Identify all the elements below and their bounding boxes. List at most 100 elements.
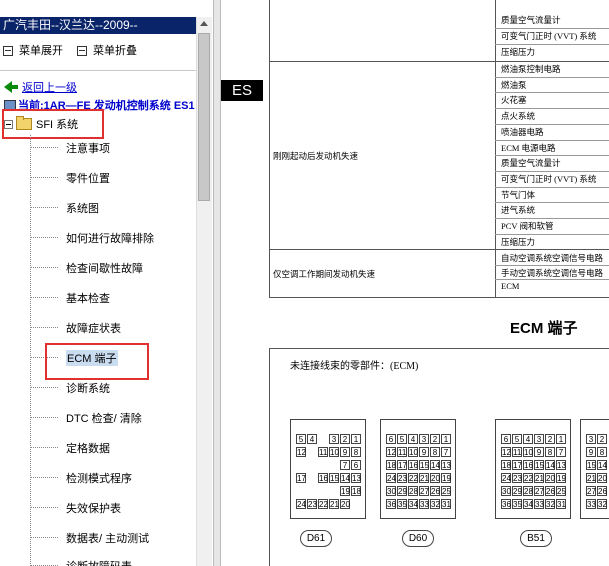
tree-item-diagnosis-system[interactable]: 诊断系统 xyxy=(30,380,110,396)
tree-item-dtc-chart[interactable]: 诊断故障码表 xyxy=(30,558,132,566)
tree-item-check-mode[interactable]: 检测模式程序 xyxy=(30,470,132,486)
connector-pin: 13 xyxy=(556,460,566,470)
connector-pin: 6 xyxy=(386,434,396,444)
connector-pin: 29 xyxy=(397,486,407,496)
pane-splitter[interactable] xyxy=(213,0,221,566)
collapse-icon xyxy=(77,46,87,56)
connector-pin: 14 xyxy=(597,460,607,470)
connector-pin: 36 xyxy=(501,499,511,509)
table-cell: 可变气门正时 (VVT) 系统 xyxy=(501,173,597,184)
table-cell: 质量空气流量计 xyxy=(501,15,561,25)
connector-pin: 27 xyxy=(419,486,429,496)
connector-pin: 14 xyxy=(340,473,350,483)
table-cell: 火花塞 xyxy=(501,95,527,106)
connector-pin: 9 xyxy=(340,447,350,457)
connector-pin: 31 xyxy=(556,499,566,509)
connector-pin: 16 xyxy=(408,460,418,470)
highlight-box-ecm xyxy=(45,343,149,380)
table-cell: 燃油泵控制电路 xyxy=(501,64,561,74)
expand-menu-button[interactable]: 菜单展开 xyxy=(3,42,63,60)
connector-pin: 26 xyxy=(597,486,607,496)
connector-pin: 19 xyxy=(556,473,566,483)
connector-pin: 15 xyxy=(329,473,339,483)
ecm-connector-diagram: 未连接线束的零部件：(ECM) 5 4 3 2 1 12 11 10 9 8 7 6 17 16 15 14 1… xyxy=(269,348,609,566)
tree-item-system-diagram[interactable]: 系统图 xyxy=(30,200,99,216)
tree-item-freeze-frame[interactable]: 定格数据 xyxy=(30,440,110,456)
collapse-menu-button[interactable]: 菜单折叠 xyxy=(77,42,137,60)
connector-pin: 7 xyxy=(556,447,566,457)
connector-pin: 23 xyxy=(307,499,317,509)
connector-pin: 3 xyxy=(586,434,596,444)
nav-pane: 广汽丰田--汉兰达--2009-- 菜单展开 菜单折叠 返回上一级 当前:1AR… xyxy=(0,0,213,566)
connector-pin: 34 xyxy=(408,499,418,509)
connector-pin: 12 xyxy=(296,447,306,457)
connector-pin: 22 xyxy=(318,499,328,509)
section-tab: ES xyxy=(221,80,263,101)
back-link-label: 返回上一级 xyxy=(22,82,77,94)
tree-item-parts-location[interactable]: 零件位置 xyxy=(30,170,110,186)
connector-d61: 5 4 3 2 1 12 11 10 9 8 7 6 17 16 15 14 13 19 18 24 23 22 21 20 xyxy=(290,419,366,519)
table-cell: 进气系统 xyxy=(501,205,536,216)
tree-item-intermittent-check[interactable]: 检查间歇性故障 xyxy=(30,260,143,276)
connector-pin: 11 xyxy=(512,447,522,457)
connector-pin: 9 xyxy=(586,447,596,457)
tree-item-precautions[interactable]: 注意事项 xyxy=(30,140,110,156)
connector-pin: 30 xyxy=(501,486,511,496)
back-link[interactable]: 返回上一级 xyxy=(4,79,77,95)
connector-pin: 15 xyxy=(419,460,429,470)
connector-label: D61 xyxy=(300,530,332,547)
connector-pin: 8 xyxy=(351,447,361,457)
document-pane: ES 质量空气流量计 可变气门正时 (VVT) 系统 压缩压力 刚刚起动后发动机… xyxy=(221,0,609,566)
symptom-stall-ac: 仅空调工作期间发动机失速 xyxy=(273,269,376,279)
highlight-box-sfi xyxy=(2,109,104,139)
connector-pin: 10 xyxy=(523,447,533,457)
connector-pin: 7 xyxy=(441,447,451,457)
connector-pin: 14 xyxy=(545,460,555,470)
diagram-caption: 未连接线束的零部件：(ECM) xyxy=(290,361,419,372)
connector-pin: 17 xyxy=(512,460,522,470)
connector-pin: 20 xyxy=(545,473,555,483)
connector-pin: 15 xyxy=(534,460,544,470)
connector-pin: 23 xyxy=(397,473,407,483)
table-cell: 可变气门正时 (VVT) 系统 xyxy=(501,31,597,41)
back-arrow-icon xyxy=(4,81,18,93)
scroll-thumb[interactable] xyxy=(198,33,210,201)
connector-pin: 1 xyxy=(441,434,451,444)
nav-scrollbar[interactable] xyxy=(196,17,212,566)
connector-pin: 24 xyxy=(386,473,396,483)
tree-item-basic-inspection[interactable]: 基本检查 xyxy=(30,290,110,306)
ecm-terminal-heading: ECM 端子 xyxy=(510,320,578,337)
connector-pin: 35 xyxy=(512,499,522,509)
connector-pin: 1 xyxy=(556,434,566,444)
connector-pin: 10 xyxy=(408,447,418,457)
connector-d60: 6 5 4 3 2 1 12 11 10 9 8 7 18 17 16 15 14 13 24 23 22 21 20 19 3… xyxy=(380,419,456,519)
connector-pin: 18 xyxy=(351,486,361,496)
tree-item-how-to-troubleshoot[interactable]: 如何进行故障排除 xyxy=(30,230,154,246)
connector-pin: 2 xyxy=(597,434,607,444)
symptom-stall-after-start: 刚刚起动后发动机失速 xyxy=(273,151,359,161)
connector-pin: 19 xyxy=(340,486,350,496)
tree-item-dtc-check-clear[interactable]: DTC 检查/ 清除 xyxy=(30,410,142,426)
connector-pin: 32 xyxy=(597,499,607,509)
tree-item-data-list[interactable]: 数据表/ 主动测试 xyxy=(30,530,149,546)
connector-pin: 15 xyxy=(586,460,596,470)
collapse-menu-label: 菜单折叠 xyxy=(93,45,137,57)
connector-pin: 13 xyxy=(351,473,361,483)
connector-pin: 21 xyxy=(586,473,596,483)
table-cell: 自动空调系统空调信号电路 xyxy=(501,253,604,263)
connector-pin: 20 xyxy=(430,473,440,483)
table-cell: PCV 阀和软管 xyxy=(501,221,554,231)
scroll-up-icon[interactable] xyxy=(200,21,208,26)
connector-pin: 22 xyxy=(408,473,418,483)
table-cell: 压缩压力 xyxy=(501,47,536,57)
table-cell: 手动空调系统空调信号电路 xyxy=(501,267,604,278)
tree-item-fail-safe[interactable]: 失效保护表 xyxy=(30,500,121,516)
connector-pin: 20 xyxy=(597,473,607,483)
connector-pin: 25 xyxy=(556,486,566,496)
connector-pin: 20 xyxy=(340,499,350,509)
connector-pin: 34 xyxy=(523,499,533,509)
app-title: 广汽丰田--汉兰达--2009-- xyxy=(0,17,196,34)
tree-item-symptom-table[interactable]: 故障症状表 xyxy=(30,320,121,336)
connector-pin: 33 xyxy=(586,499,596,509)
connector-pin: 27 xyxy=(534,486,544,496)
